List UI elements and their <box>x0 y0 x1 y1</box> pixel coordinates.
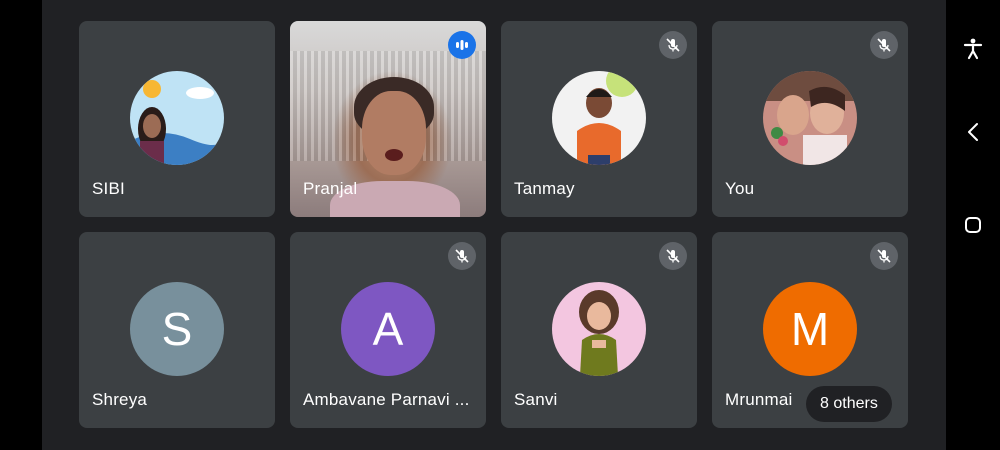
meeting-grid: SIBI Pranjal Tanmay You S Shreya A Ambav… <box>42 0 946 450</box>
mic-off-icon <box>659 31 687 59</box>
avatar <box>552 282 646 376</box>
back-chevron-icon[interactable] <box>966 122 980 147</box>
avatar <box>552 71 646 165</box>
home-square-icon[interactable] <box>964 216 982 239</box>
participant-name: Mrunmai <box>725 390 793 409</box>
accessibility-icon[interactable] <box>963 38 983 65</box>
participant-name: You <box>725 179 755 198</box>
avatar <box>130 71 224 165</box>
avatar-initial: S <box>130 282 224 376</box>
participant-name: SIBI <box>92 179 125 198</box>
mic-off-icon <box>870 242 898 270</box>
mic-off-icon <box>659 242 687 270</box>
avatar-initial: A <box>341 282 435 376</box>
avatar <box>763 71 857 165</box>
participant-tile-sibi[interactable]: SIBI <box>79 21 275 217</box>
participant-tile-pranjal[interactable]: Pranjal <box>290 21 486 217</box>
participant-tile-sanvi[interactable]: Sanvi <box>501 232 697 428</box>
participant-name: Sanvi <box>514 390 558 409</box>
participant-name: Ambavane Parnavi ... <box>303 390 470 409</box>
participant-tile-ambavane-parnavi[interactable]: A Ambavane Parnavi ... <box>290 232 486 428</box>
left-edge <box>0 0 42 450</box>
participant-tile-tanmay[interactable]: Tanmay <box>501 21 697 217</box>
participant-tile-shreya[interactable]: S Shreya <box>79 232 275 428</box>
participant-name: Pranjal <box>303 179 358 198</box>
participant-name: Tanmay <box>514 179 575 198</box>
audio-level-icon <box>448 31 476 59</box>
participant-name: Shreya <box>92 390 148 409</box>
avatar-initial: M <box>763 282 857 376</box>
participant-tile-you[interactable]: You <box>712 21 908 217</box>
system-nav-bar <box>946 0 1000 450</box>
mic-off-icon <box>870 31 898 59</box>
others-count-button[interactable]: 8 others <box>806 386 892 422</box>
mic-off-icon <box>448 242 476 270</box>
